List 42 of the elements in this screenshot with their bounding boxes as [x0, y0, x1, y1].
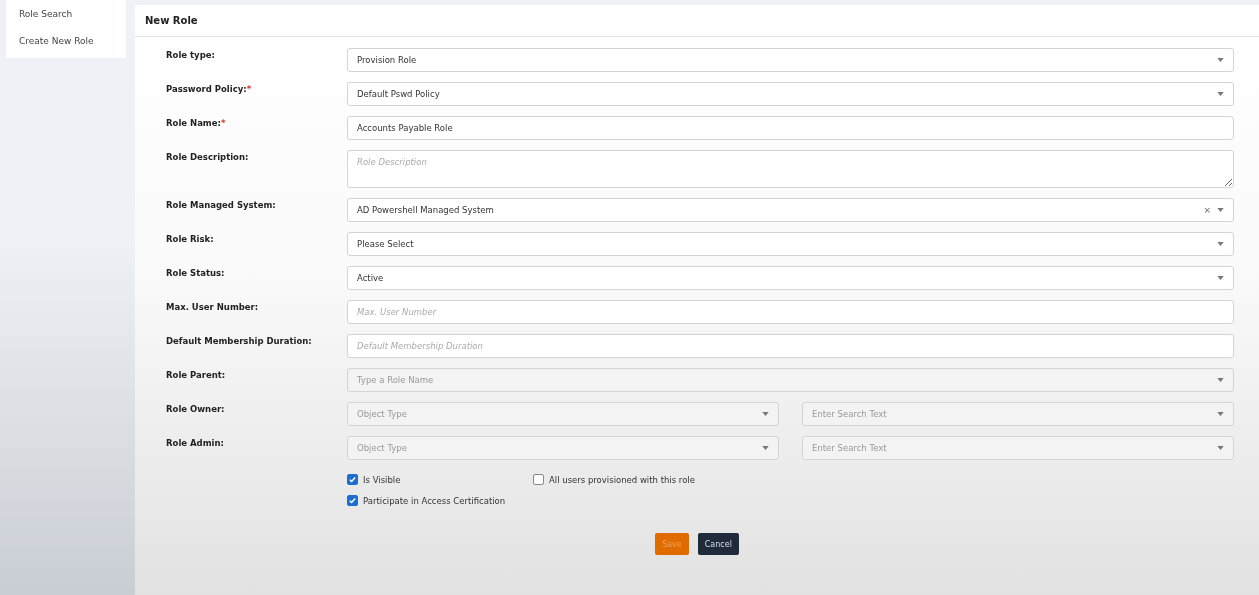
checkbox-label: All users provisioned with this role — [549, 474, 695, 485]
checkbox[interactable] — [533, 474, 544, 485]
input-field[interactable]: Accounts Payable Role — [347, 116, 1234, 140]
select-field[interactable]: Active — [347, 266, 1234, 290]
caret-icon — [1217, 58, 1224, 62]
field-label: Role Admin: — [166, 437, 225, 448]
field-label: Default Membership Duration: — [166, 335, 313, 346]
field-label: Max. User Number: — [166, 301, 260, 312]
select-field[interactable]: Please Select — [347, 232, 1234, 256]
field-label: Role Parent: — [166, 369, 227, 380]
checkbox[interactable] — [347, 474, 358, 485]
caret-icon — [1217, 276, 1224, 280]
caret-icon — [1217, 412, 1224, 416]
sidebar-item[interactable]: Create New Role — [6, 33, 94, 48]
input-field[interactable]: Default Membership Duration — [347, 334, 1234, 358]
field-label: Role Risk: — [166, 233, 215, 244]
field-label: Role type: — [166, 49, 216, 60]
field-label: Role Description: — [166, 151, 250, 162]
sidebar-item[interactable]: Role Search — [6, 6, 73, 21]
caret-icon — [1217, 242, 1224, 246]
field-label: Role Owner: — [166, 403, 226, 414]
text-area[interactable]: Role Description — [347, 150, 1234, 188]
caret-icon — [1217, 446, 1224, 450]
select-field[interactable]: AD Powershell Managed System × — [347, 198, 1234, 222]
panel-title: New Role — [145, 15, 198, 26]
select-field[interactable]: Default Pswd Policy — [347, 82, 1234, 106]
caret-icon — [762, 412, 769, 416]
field-label: Password Policy:* — [166, 83, 253, 94]
cancel-button[interactable]: Cancel — [697, 533, 739, 555]
caret-icon — [1217, 208, 1224, 212]
field-label: Role Managed System: — [166, 199, 277, 210]
field-label: Role Name:* — [166, 117, 227, 128]
input-field[interactable]: Max. User Number — [347, 300, 1234, 324]
caret-icon — [762, 446, 769, 450]
field-label: Role Status: — [166, 267, 226, 278]
checkbox-label: Participate in Access Certification — [363, 495, 506, 506]
clear-button[interactable]: × — [1203, 205, 1211, 215]
caret-icon — [1217, 92, 1224, 96]
checkbox-label: Is Visible — [363, 474, 401, 485]
checkbox[interactable] — [347, 495, 358, 506]
select-field[interactable]: Provision Role — [347, 48, 1234, 72]
caret-icon — [1217, 378, 1224, 382]
